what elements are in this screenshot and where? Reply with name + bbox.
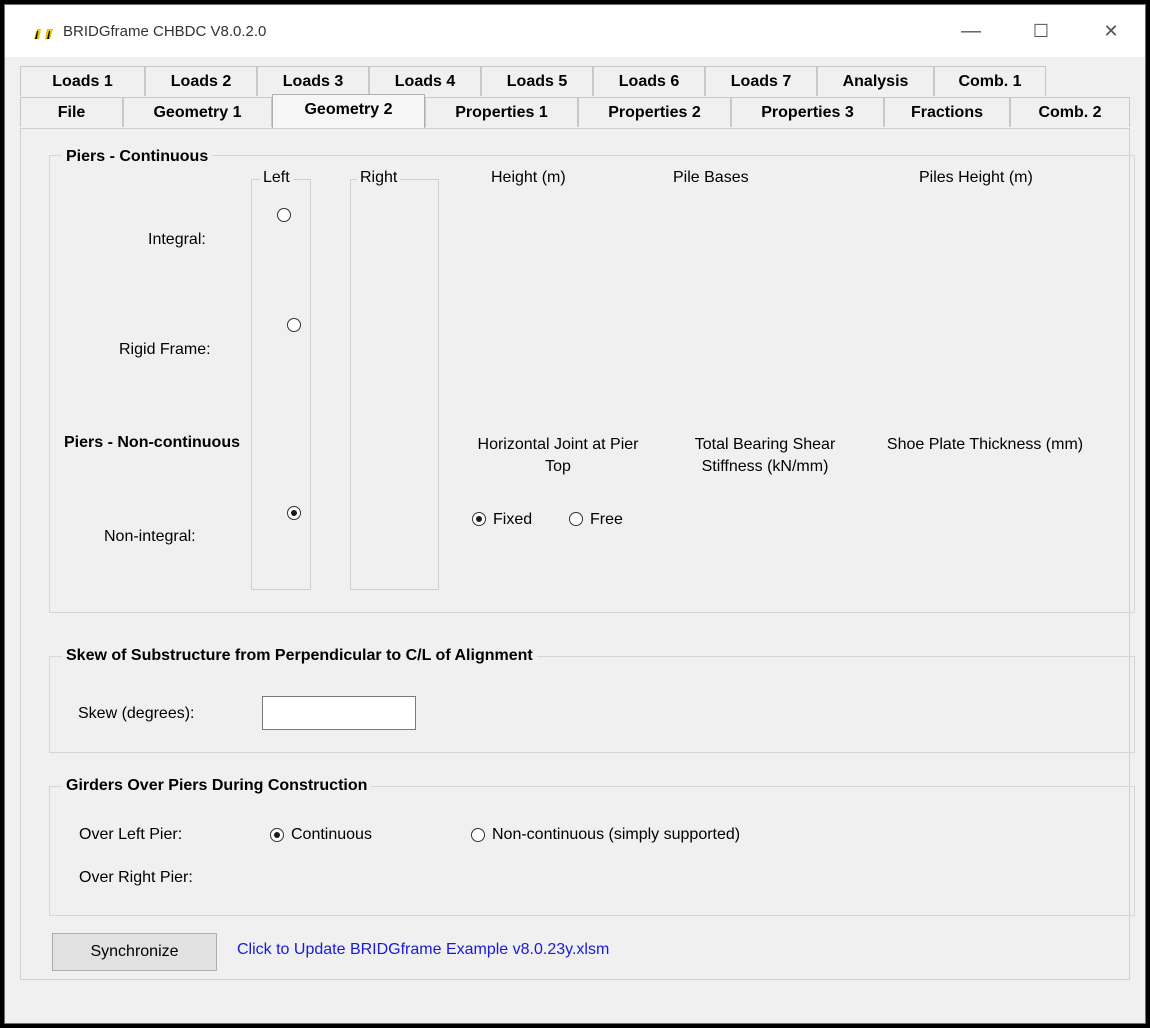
title-bar: BRIDGframe CHBDC V8.0.2.0 — ☐ ✕	[5, 5, 1145, 57]
tab-loads-1[interactable]: Loads 1	[20, 66, 145, 96]
tab-loads-3[interactable]: Loads 3	[257, 66, 369, 96]
tab-loads-7[interactable]: Loads 7	[705, 66, 817, 96]
girders-noncontinuous-label: Non-continuous (simply supported)	[492, 826, 741, 843]
rigid-frame-label: Rigid Frame:	[119, 341, 211, 358]
joint-free-radio[interactable]	[569, 512, 583, 526]
skew-title: Skew of Substructure from Perpendicular …	[62, 647, 537, 665]
skew-input[interactable]	[262, 696, 416, 730]
piles-height-header: Piles Height (m)	[919, 169, 1033, 186]
girders-continuous-radio[interactable]	[270, 828, 284, 842]
tab-loads-5[interactable]: Loads 5	[481, 66, 593, 96]
joint-fixed-label: Fixed	[493, 511, 533, 528]
pile-bases-header: Pile Bases	[673, 169, 749, 186]
tab-loads-6[interactable]: Loads 6	[593, 66, 705, 96]
non-integral-radio[interactable]	[287, 506, 301, 520]
rigid-frame-radio[interactable]	[287, 318, 301, 332]
integral-label: Integral:	[148, 231, 206, 248]
over-left-pier-label: Over Left Pier:	[79, 826, 183, 843]
left-pier-label: Left	[260, 169, 293, 187]
update-workbook-link[interactable]: Click to Update BRIDGframe Example v8.0.…	[237, 941, 609, 959]
tab-comb-1[interactable]: Comb. 1	[934, 66, 1046, 96]
bearing-stiffness-header: Total Bearing Shear Stiffness (kN/mm)	[694, 436, 836, 475]
over-right-pier-label: Over Right Pier:	[79, 869, 193, 886]
minimize-button[interactable]: —	[948, 15, 994, 47]
app-window: BRIDGframe CHBDC V8.0.2.0 — ☐ ✕ Loads 1 …	[5, 5, 1145, 1023]
girders-continuous-label: Continuous	[291, 826, 372, 843]
geometry-2-panel: Piers - Continuous Left Right Height (m)…	[20, 128, 1135, 980]
tab-row-2: File Geometry 1 Geometry 2 Properties 1 …	[20, 94, 1130, 128]
synchronize-button[interactable]: Synchronize	[52, 933, 217, 971]
tab-row-1: Loads 1 Loads 2 Loads 3 Loads 4 Loads 5 …	[20, 66, 1130, 96]
tab-file[interactable]: File	[20, 97, 123, 127]
tab-loads-4[interactable]: Loads 4	[369, 66, 481, 96]
non-integral-label: Non-integral:	[104, 528, 196, 545]
tab-geometry-2[interactable]: Geometry 2	[272, 94, 425, 128]
tab-properties-1[interactable]: Properties 1	[425, 97, 578, 127]
tab-properties-2[interactable]: Properties 2	[578, 97, 731, 127]
maximize-button[interactable]: ☐	[1018, 15, 1064, 47]
right-pier-label: Right	[357, 169, 401, 187]
integral-radio[interactable]	[277, 208, 291, 222]
girders-group: Girders Over Piers During Construction O…	[49, 777, 1135, 916]
tab-fractions[interactable]: Fractions	[884, 97, 1010, 127]
piers-group: Piers - Continuous Left Right Height (m)…	[49, 148, 1135, 613]
girders-title: Girders Over Piers During Construction	[62, 777, 372, 795]
tab-properties-3[interactable]: Properties 3	[731, 97, 884, 127]
tab-analysis[interactable]: Analysis	[817, 66, 934, 96]
tab-geometry-1[interactable]: Geometry 1	[123, 97, 272, 127]
joint-fixed-radio[interactable]	[472, 512, 486, 526]
tab-loads-2[interactable]: Loads 2	[145, 66, 257, 96]
piers-continuous-title: Piers - Continuous	[62, 148, 213, 166]
skew-label: Skew (degrees):	[78, 705, 195, 722]
right-pier-column: Right	[350, 169, 439, 590]
horizontal-joint-header: Horizontal Joint at Pier Top	[477, 436, 639, 475]
tab-comb-2[interactable]: Comb. 2	[1010, 97, 1130, 127]
joint-free-label: Free	[590, 511, 623, 528]
window-title: BRIDGframe CHBDC V8.0.2.0	[63, 23, 267, 40]
height-header: Height (m)	[491, 169, 566, 186]
close-button[interactable]: ✕	[1088, 15, 1134, 47]
left-pier-column: Left	[251, 169, 311, 590]
girders-noncontinuous-radio[interactable]	[471, 828, 485, 842]
skew-group: Skew of Substructure from Perpendicular …	[49, 647, 1135, 753]
bridgframe-logo-icon	[33, 26, 55, 40]
piers-noncontinuous-title: Piers - Non-continuous	[64, 434, 240, 451]
shoe-plate-header: Shoe Plate Thickness (mm)	[886, 436, 1084, 453]
